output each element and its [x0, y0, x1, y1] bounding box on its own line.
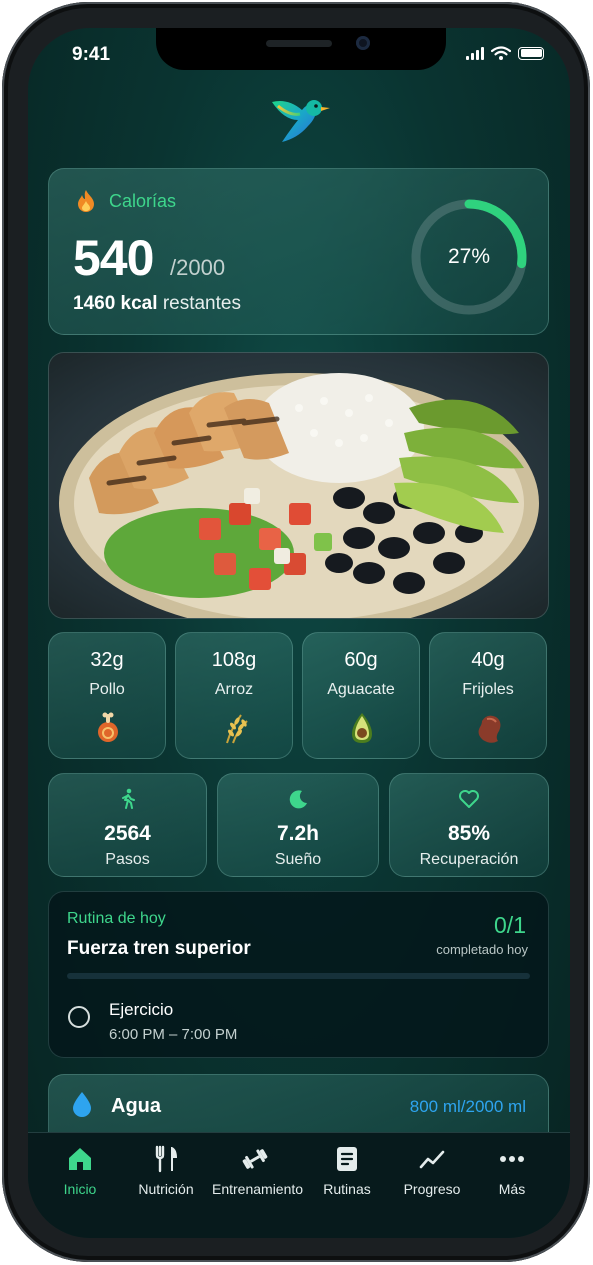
stat-value: 85% [447, 822, 491, 845]
home-icon [69, 1148, 91, 1170]
routine-tag: Rutina de hoy [67, 910, 166, 927]
macro-name: Aguacate [327, 681, 395, 698]
macro-amount: 40g [471, 649, 505, 671]
bird-logo-icon [272, 100, 330, 142]
macro-name: Frijoles [462, 681, 514, 698]
notch [156, 28, 446, 70]
water-drop-icon [73, 1092, 91, 1117]
routine-progress-bar [67, 973, 530, 979]
calories-card[interactable]: Calorías 540 /2000 1460 kcal restantes 2… [48, 168, 549, 335]
front-camera [356, 36, 370, 50]
calories-label: Calorías [109, 191, 177, 211]
stat-label: Sueño [274, 851, 322, 868]
routine-title: Fuerza tren superior [67, 938, 251, 959]
stat-value: 7.2h [276, 822, 320, 845]
exercise-time: 6:00 PM – 7:00 PM [109, 1026, 238, 1043]
tab-rutinas[interactable]: Rutinas [318, 1145, 376, 1197]
speaker [266, 40, 332, 47]
calories-goal: /2000 [170, 255, 226, 280]
chicken-leg-icon [98, 712, 118, 742]
walking-icon [121, 788, 135, 809]
macro-card-arroz[interactable]: 108g Arroz [175, 632, 293, 759]
tab-mas[interactable]: Más [490, 1145, 534, 1197]
moon-icon [289, 790, 307, 809]
macro-card-frijoles[interactable]: 40g Frijoles [429, 632, 547, 759]
stat-card-recuperacion[interactable]: 85% Recuperación [389, 773, 549, 877]
macro-name: Pollo [89, 681, 125, 698]
calories-remaining-label: restantes [162, 293, 241, 314]
stat-value: 2564 [104, 822, 151, 845]
wifi-icon [491, 46, 511, 60]
status-icons [466, 46, 544, 60]
stat-label: Pasos [105, 851, 150, 868]
routine-count-sub: completado hoy [436, 942, 528, 957]
fork-knife-icon [155, 1145, 177, 1173]
water-value: 800 ml/2000 ml [409, 1097, 526, 1116]
tab-label: Entrenamiento [212, 1181, 304, 1197]
calories-remaining: 1460 kcal restantes [73, 293, 241, 315]
stat-card-pasos[interactable]: 2564 Pasos [48, 773, 207, 877]
calories-percent: 27% [447, 245, 491, 268]
clipboard-icon [337, 1147, 357, 1171]
tab-entrenamiento[interactable]: Entrenamiento [212, 1145, 304, 1197]
bottom-tab-bar: Inicio Nutrición Entrenamiento Rutinas P… [28, 1132, 570, 1238]
exercise-name[interactable]: Ejercicio [109, 1000, 173, 1020]
status-time: 9:41 [72, 44, 111, 65]
phone-frame: 9:41 Calorías 540 /2000 1460 kcal restan… [2, 2, 590, 1262]
avocado-icon [352, 713, 372, 743]
more-dots-icon [500, 1156, 524, 1162]
macro-amount: 32g [90, 649, 124, 671]
stat-label: Recuperación [419, 851, 519, 868]
app-screen: 9:41 Calorías 540 /2000 1460 kcal restan… [28, 28, 570, 1238]
tab-label: Rutinas [323, 1181, 371, 1197]
tab-label: Progreso [403, 1181, 461, 1197]
tab-label: Más [498, 1181, 526, 1197]
calories-consumed: 540 [73, 230, 154, 286]
meal-bowl-illustration [59, 373, 539, 618]
tab-nutricion[interactable]: Nutrición [132, 1145, 200, 1197]
calories-remaining-value: 1460 kcal [73, 293, 158, 314]
flame-icon [78, 190, 94, 212]
dumbbell-icon [242, 1149, 268, 1169]
stat-card-sueno[interactable]: 7.2h Sueño [217, 773, 379, 877]
rice-grain-icon [226, 714, 248, 744]
signal-icon [466, 46, 484, 60]
heart-icon [459, 790, 479, 808]
meal-photo [48, 352, 549, 619]
bean-icon [478, 715, 501, 743]
exercise-checkbox[interactable] [68, 1006, 90, 1028]
macro-card-aguacate[interactable]: 60g Aguacate [302, 632, 420, 759]
trend-line-icon [419, 1150, 445, 1169]
macro-amount: 60g [344, 649, 378, 671]
macro-amount: 108g [211, 649, 257, 671]
macro-name: Arroz [214, 681, 254, 698]
tab-inicio[interactable]: Inicio [52, 1145, 108, 1197]
routine-card[interactable]: Rutina de hoy Fuerza tren superior 0/1 c… [48, 891, 549, 1058]
tab-progreso[interactable]: Progreso [398, 1145, 466, 1197]
tab-label: Nutrición [138, 1181, 194, 1197]
battery-icon [518, 46, 544, 60]
routine-count: 0/1 [494, 912, 526, 938]
water-label: Agua [111, 1095, 161, 1117]
macro-card-pollo[interactable]: 32g Pollo [48, 632, 166, 759]
tab-label: Inicio [63, 1181, 97, 1197]
